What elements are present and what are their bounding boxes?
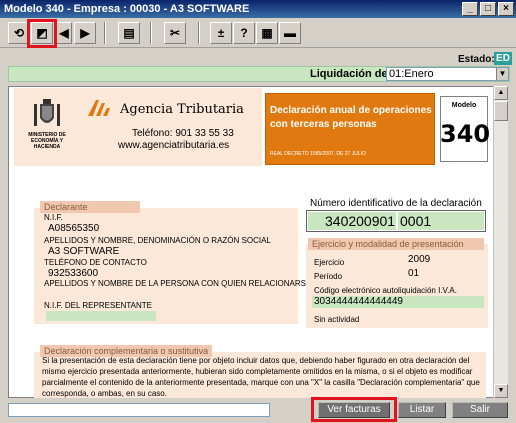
- title-bar: Modelo 340 - Empresa : 00030 - A3 SOFTWA…: [0, 0, 516, 18]
- relacion-label: APELLIDOS Y NOMBRE DE LA PERSONA CON QUI…: [44, 279, 312, 288]
- real-decreto: REAL DECRETO 1065/2007, DE 27 JULIO: [270, 151, 366, 157]
- ministerio-label: MINISTERIO DE ECONOMÍA Y HACIENDA: [28, 132, 66, 150]
- codigo-label: Código electrónico autoliquidación I.V.A…: [314, 286, 457, 295]
- salir-button[interactable]: Salir: [452, 402, 508, 418]
- periodo-field[interactable]: 01: [408, 268, 419, 279]
- modelo-number: 340: [440, 120, 491, 148]
- print-icon[interactable]: ▤: [118, 22, 140, 44]
- telefono-label: TELÉFONO DE CONTACTO: [44, 258, 147, 267]
- telefono-field[interactable]: 932533600: [48, 268, 98, 279]
- ejercicio-section-title: Ejercicio y modalidad de presentación: [308, 238, 484, 250]
- close-button[interactable]: ×: [498, 2, 514, 16]
- complementaria-text: Si la presentación de esta declaración t…: [42, 356, 480, 398]
- toolbar-separator: [150, 22, 152, 44]
- scroll-up-icon[interactable]: ▲: [494, 86, 508, 100]
- periodo-label: Período: [314, 272, 343, 281]
- highlight-ver-facturas: [311, 397, 397, 422]
- nombre-field[interactable]: A3 SOFTWARE: [48, 246, 119, 257]
- agency-name: Agencia Tributaria: [120, 102, 244, 117]
- window-title: Modelo 340 - Empresa : 00030 - A3 SOFTWA…: [4, 3, 250, 15]
- next-icon[interactable]: ▶: [74, 22, 96, 44]
- liquidacion-value: 01:Enero: [389, 68, 434, 80]
- scroll-thumb[interactable]: [494, 101, 508, 121]
- listar-button[interactable]: Listar: [398, 402, 446, 418]
- minus-icon[interactable]: ▬: [279, 22, 301, 44]
- toolbar-separator: [104, 22, 106, 44]
- plus-minus-icon[interactable]: ±: [210, 22, 232, 44]
- declarante-section-title: Declarante: [40, 201, 140, 213]
- ejercicio-label: Ejercicio: [314, 258, 345, 267]
- identificativo-part1[interactable]: 340200901: [308, 212, 396, 230]
- status-field: [8, 403, 270, 417]
- coat-of-arms-icon: [34, 99, 60, 126]
- vertical-scrollbar[interactable]: ▲ ▼: [493, 86, 508, 398]
- identificativo-part2[interactable]: 0001: [398, 212, 484, 230]
- maximize-button[interactable]: □: [480, 2, 496, 16]
- nombre-label: APELLIDOS Y NOMBRE, DENOMINACIÓN O RAZÓN…: [44, 236, 271, 245]
- sin-actividad-label: Sin actividad: [314, 315, 360, 324]
- calculator-icon[interactable]: ▦: [256, 22, 278, 44]
- identificativo-label: Número identificativo de la declaración: [310, 198, 482, 209]
- codigo-field[interactable]: 3034444444444449: [312, 296, 484, 308]
- liquidacion-label: Liquidación de:: [310, 68, 392, 80]
- chevron-down-icon[interactable]: ▼: [496, 68, 508, 80]
- scroll-down-icon[interactable]: ▼: [494, 384, 508, 398]
- minimize-button[interactable]: _: [462, 2, 478, 16]
- toolbar-separator: [198, 22, 200, 44]
- nif-field[interactable]: A08565350: [48, 223, 99, 234]
- help-icon[interactable]: ?: [233, 22, 255, 44]
- relacion-field[interactable]: [48, 289, 248, 299]
- estado-badge: ED: [494, 52, 512, 65]
- prev-icon[interactable]: ◀: [56, 22, 72, 44]
- nif-label: N.I.F.: [44, 213, 63, 222]
- toolbar: ⟲ ◩ ◀ ▶ ▤ ✂ ± ? ▦ ▬: [0, 18, 516, 48]
- highlight-edit: [27, 19, 57, 48]
- agency-web: www.agenciatributaria.es: [118, 140, 230, 151]
- modelo-label: Modelo: [451, 102, 477, 109]
- estado-label: Estado:: [458, 54, 495, 65]
- declaration-title: Declaración anual de operaciones con ter…: [270, 105, 432, 130]
- representante-label: N.I.F. DEL REPRESENTANTE: [44, 301, 153, 310]
- liquidacion-select[interactable]: 01:Enero ▼: [386, 67, 509, 81]
- representante-field[interactable]: [46, 311, 156, 321]
- agency-phone: Teléfono: 901 33 55 33: [132, 128, 234, 139]
- scissors-icon[interactable]: ✂: [164, 22, 186, 44]
- agencia-logo-icon: [88, 100, 110, 116]
- ejercicio-field[interactable]: 2009: [408, 254, 430, 265]
